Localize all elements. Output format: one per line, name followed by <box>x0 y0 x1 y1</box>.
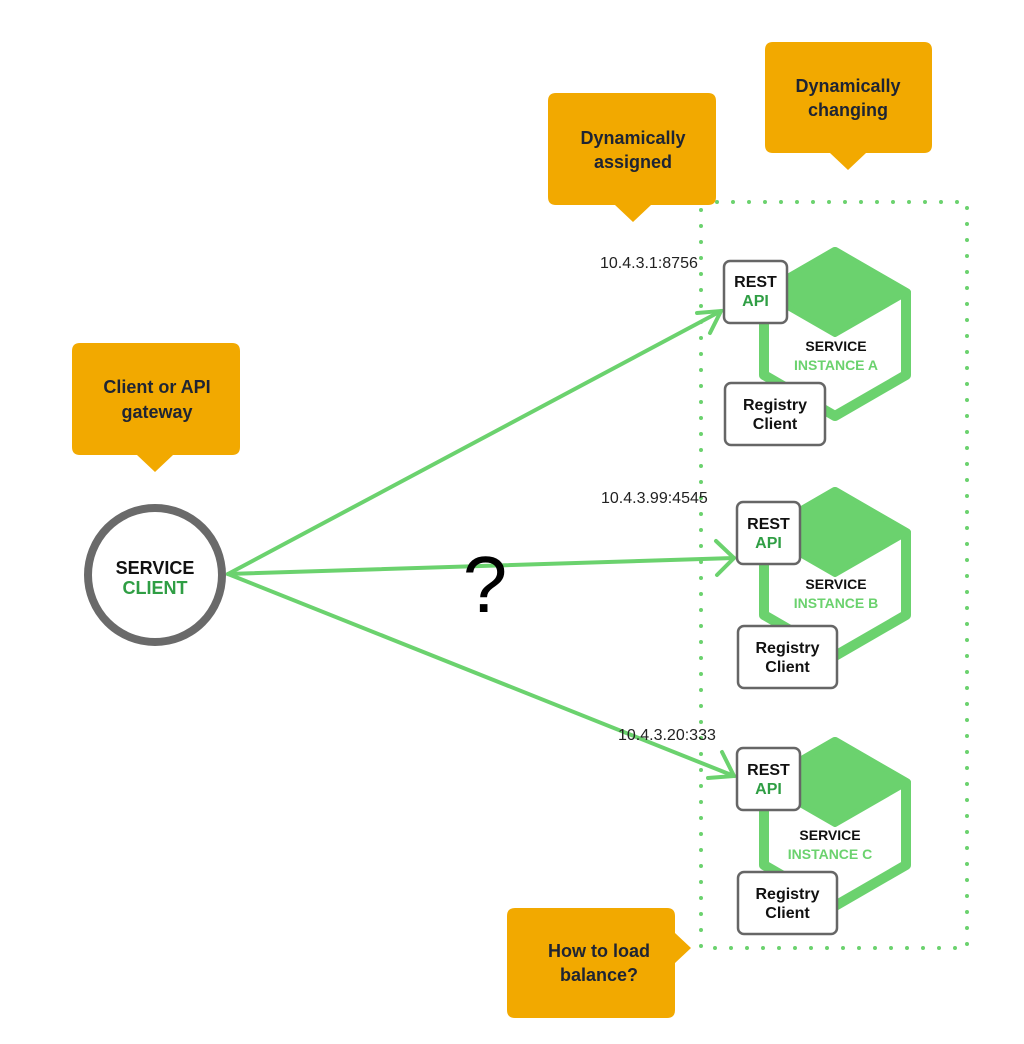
registry-client-box <box>723 381 827 447</box>
callout-dynamically-assigned: Dynamically assigned <box>548 93 716 222</box>
service-client-line1: SERVICE <box>116 558 195 578</box>
rest-api-box <box>735 746 802 812</box>
callout-client-gateway-line1: Client or API <box>103 377 210 397</box>
rest-api-line1: REST <box>747 516 790 533</box>
callout-client-gateway: Client or API gateway <box>72 343 240 472</box>
rest-api-line1: REST <box>747 762 790 779</box>
question-mark: ? <box>463 540 508 629</box>
callout-load-balance-line2: balance? <box>560 965 638 985</box>
registry-client-line2: Client <box>765 905 810 922</box>
rest-api-box <box>722 259 789 325</box>
arrow-to-instance-a <box>226 309 723 576</box>
rest-api-line2: API <box>755 535 782 552</box>
callout-client-gateway-line2: gateway <box>121 402 192 422</box>
service-instance-c: 10.4.3.20:333 SERVICE INSTANCE C REST AP… <box>618 727 911 936</box>
service-client: SERVICE CLIENT <box>84 504 226 646</box>
service-label-line2: INSTANCE C <box>788 846 873 862</box>
callout-dynamically-changing: Dynamically changing <box>765 42 932 170</box>
registry-client-box <box>736 870 839 936</box>
diagram-canvas: Dynamically assigned Dynamically changin… <box>72 42 969 1018</box>
instance-address: 10.4.3.20:333 <box>618 727 716 744</box>
rest-api-box <box>735 500 802 566</box>
service-instance-a: 10.4.3.1:8756 SERVICE INSTANCE A REST AP… <box>600 247 911 447</box>
instance-address: 10.4.3.1:8756 <box>600 255 698 272</box>
service-instance-b: 10.4.3.99:4545 SERVICE INSTANCE B REST A… <box>601 487 911 690</box>
service-label-line1: SERVICE <box>799 827 860 843</box>
rest-api-line2: API <box>742 293 769 310</box>
instance-address: 10.4.3.99:4545 <box>601 490 708 507</box>
registry-client-line2: Client <box>765 659 810 676</box>
service-label-line2: INSTANCE A <box>794 357 878 373</box>
registry-client-line2: Client <box>753 416 798 433</box>
registry-client-line1: Registry <box>755 640 819 657</box>
callout-dynamically-changing-line2: changing <box>808 100 888 120</box>
callout-dynamically-assigned-line1: Dynamically <box>580 128 685 148</box>
service-label-line1: SERVICE <box>805 576 866 592</box>
callout-load-balance: How to load balance? <box>507 908 691 1018</box>
registry-client-box <box>736 624 839 690</box>
rest-api-line1: REST <box>734 274 777 291</box>
service-label-line2: INSTANCE B <box>794 595 879 611</box>
registry-client-line1: Registry <box>743 397 807 414</box>
rest-api-line2: API <box>755 781 782 798</box>
callout-dynamically-assigned-line2: assigned <box>594 152 672 172</box>
service-label-line1: SERVICE <box>805 338 866 354</box>
callout-dynamically-changing-line1: Dynamically <box>795 76 900 96</box>
callout-load-balance-line1: How to load <box>548 941 650 961</box>
service-client-line2: CLIENT <box>123 578 188 598</box>
registry-client-line1: Registry <box>755 886 819 903</box>
